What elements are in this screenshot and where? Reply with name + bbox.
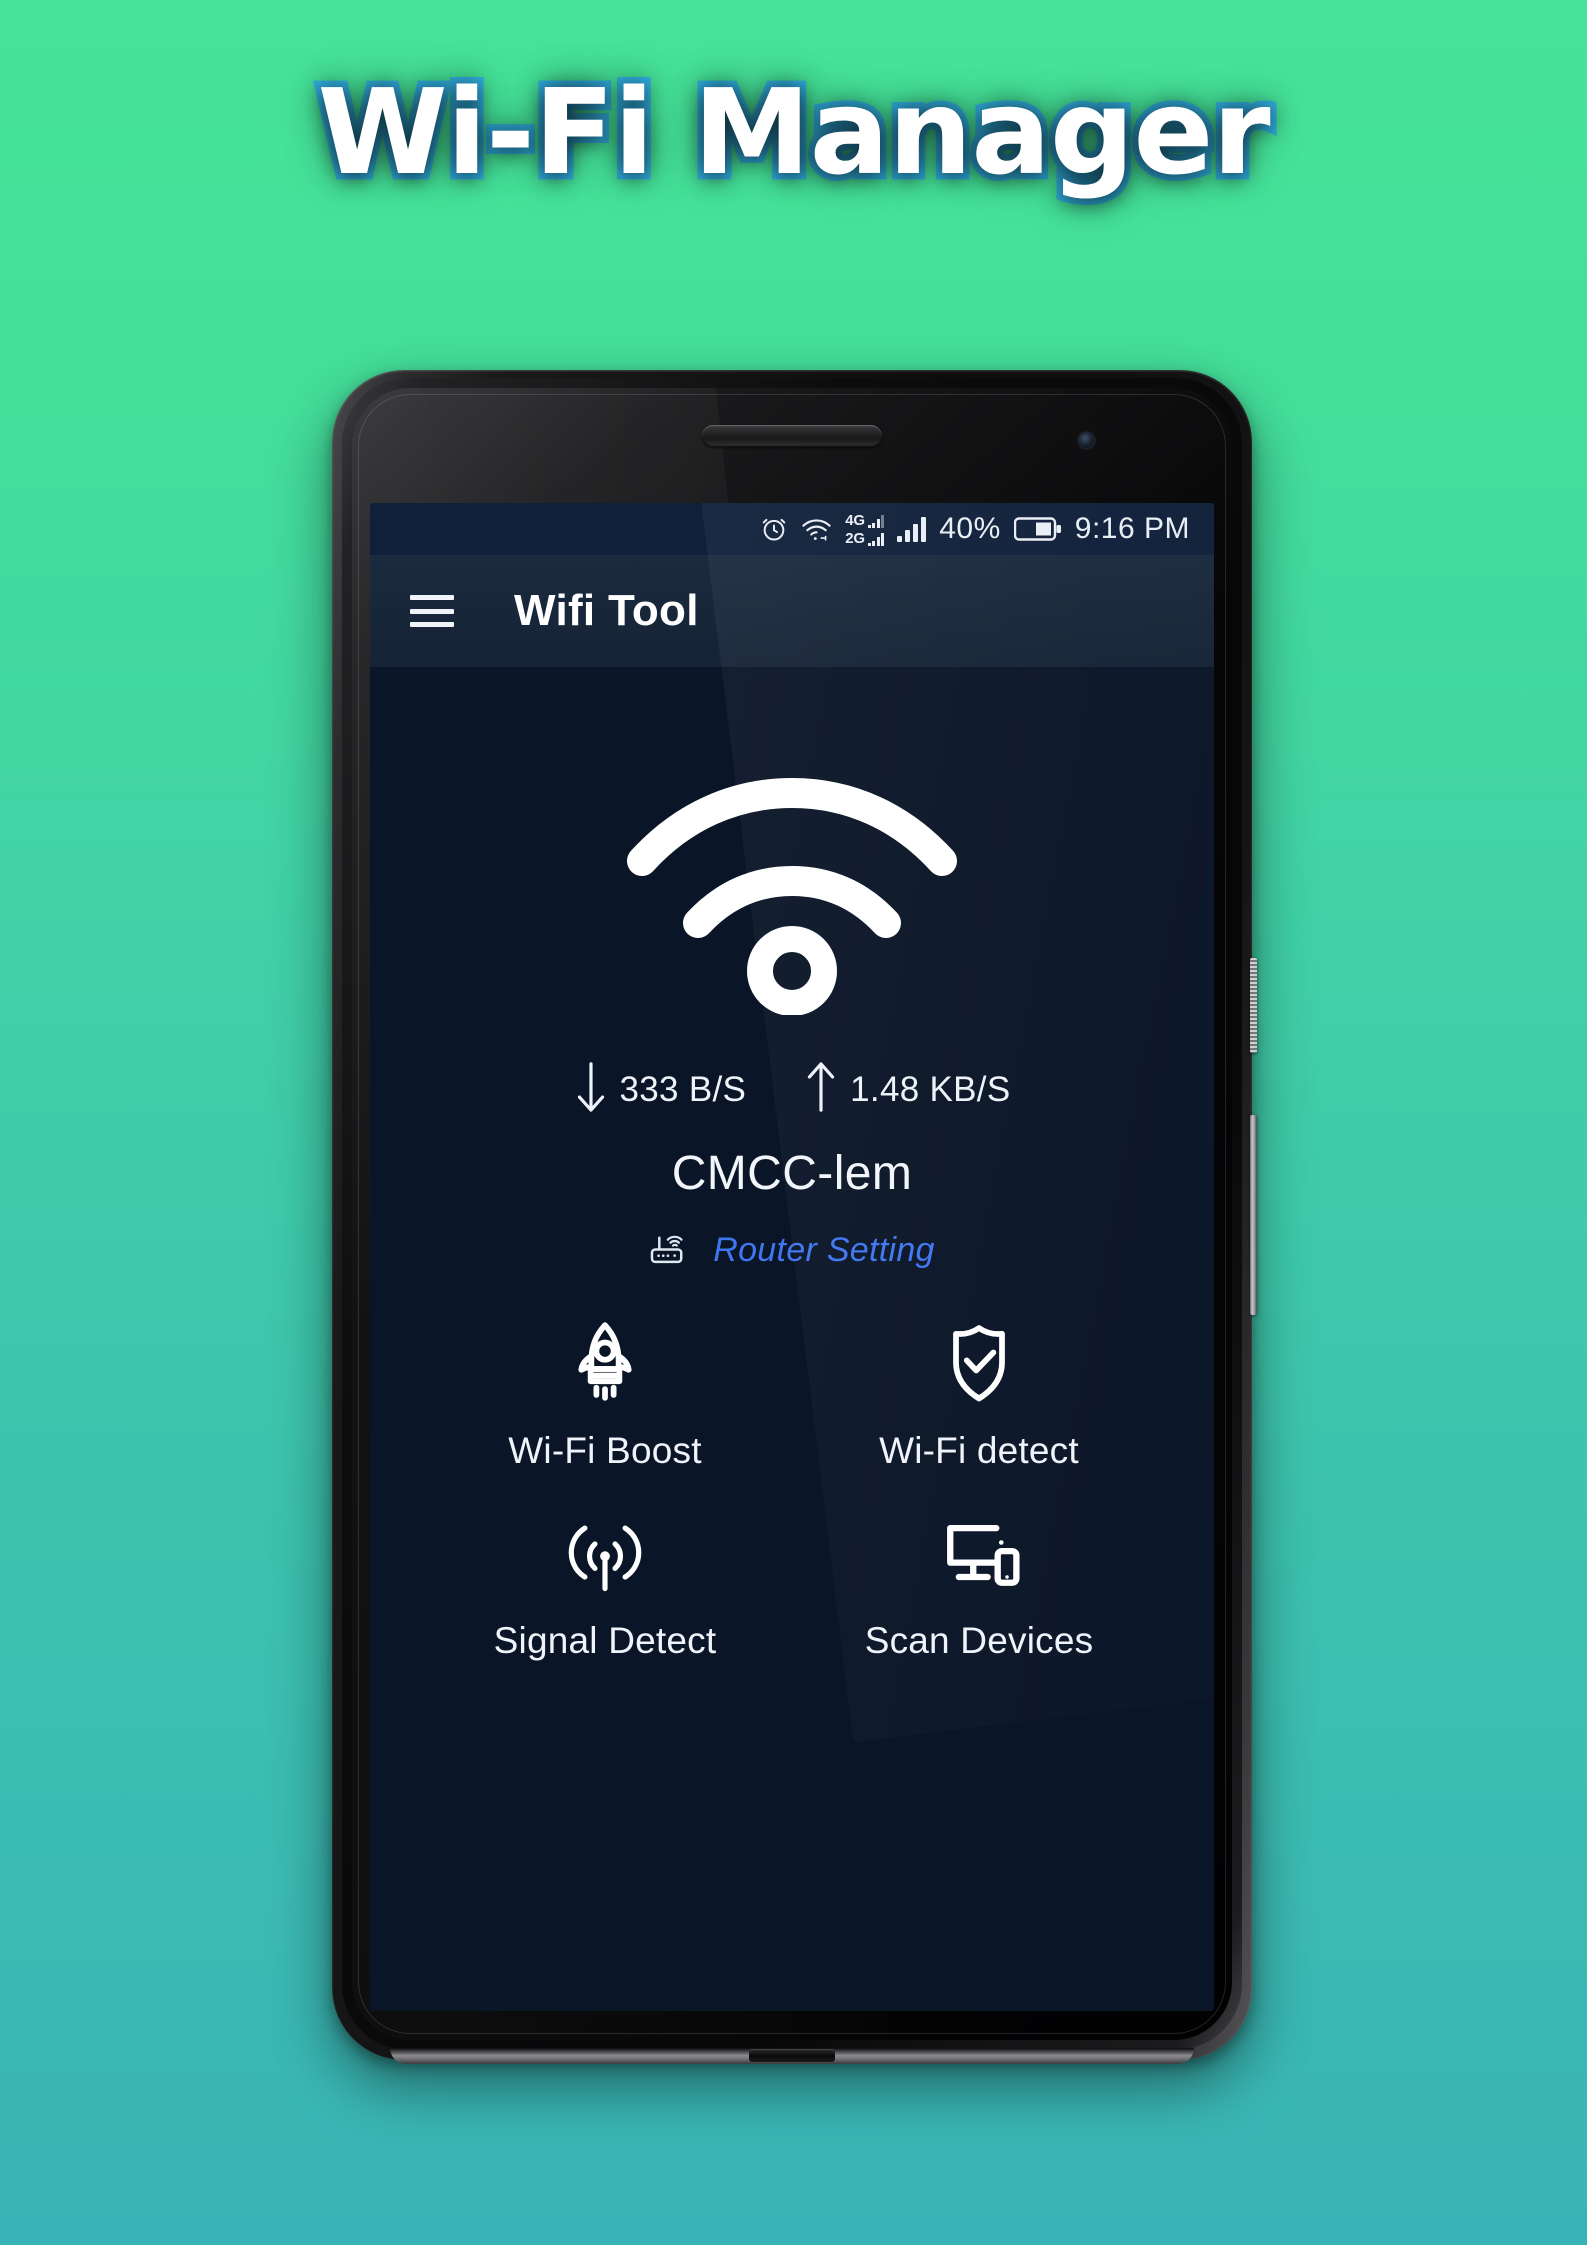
hamburger-menu-icon[interactable]	[410, 595, 454, 627]
page-title: Wi-Fi Manager	[311, 57, 1277, 208]
download-speed: 333 B/S	[574, 1061, 747, 1118]
feature-label-wifi-detect: Wi-Fi detect	[879, 1430, 1079, 1471]
battery-percent-label: 40%	[939, 512, 1001, 545]
sim2-label: 2G	[845, 529, 865, 547]
sim1-label: 4G	[845, 511, 865, 529]
status-bar: 4G 2G 40% 9:16 PM	[370, 503, 1214, 555]
app-bar-title: Wifi Tool	[514, 586, 699, 635]
feature-grid: Wi-Fi Boost Wi-Fi detect Signal Detect S…	[370, 1318, 1214, 1662]
upload-speed: 1.48 KB/S	[804, 1061, 1010, 1118]
feature-tile-signal-detect[interactable]: Signal Detect	[418, 1508, 792, 1662]
front-camera	[1079, 433, 1094, 448]
app-bar: Wifi Tool	[370, 555, 1214, 667]
speed-indicators: 333 B/S 1.48 KB/S	[574, 1061, 1011, 1118]
rocket-icon	[559, 1318, 651, 1410]
router-setting-label: Router Setting	[713, 1231, 935, 1269]
earpiece-speaker	[702, 425, 882, 447]
sim1-bars	[867, 514, 885, 528]
charging-port	[749, 2049, 835, 2062]
upload-speed-value: 1.48 KB/S	[850, 1069, 1011, 1109]
shield-check-icon	[933, 1318, 1025, 1410]
volume-rocker[interactable]	[1250, 1115, 1257, 1315]
download-speed-value: 333 B/S	[619, 1069, 747, 1109]
battery-icon	[1013, 516, 1062, 542]
alarm-icon	[760, 515, 788, 543]
arrow-up-icon	[804, 1061, 838, 1118]
screen-content: 333 B/S 1.48 KB/S CMCC-lem Router Settin…	[370, 667, 1214, 2011]
feature-label-signal-detect: Signal Detect	[493, 1620, 717, 1661]
wifi-large-icon	[622, 765, 962, 1016]
dual-sim-signal-icon: 4G 2G	[845, 511, 885, 547]
connected-network-name: CMCC-lem	[671, 1147, 913, 1200]
feature-tile-wifi-boost[interactable]: Wi-Fi Boost	[418, 1318, 792, 1472]
sim2-bars	[867, 532, 885, 546]
power-button[interactable]	[1250, 958, 1257, 1053]
cellular-signal-icon	[897, 516, 927, 542]
feature-tile-scan-devices[interactable]: Scan Devices	[792, 1508, 1166, 1662]
phone-screen: 4G 2G 40% 9:16 PM Wifi Tool 333 B/S 1.48…	[370, 503, 1214, 2011]
clock-label: 9:16 PM	[1074, 512, 1190, 545]
phone-mockup: 4G 2G 40% 9:16 PM Wifi Tool 333 B/S 1.48…	[332, 370, 1257, 2064]
monitor-phone-icon	[933, 1508, 1025, 1600]
wifi-icon	[801, 515, 832, 543]
arrow-down-icon	[574, 1061, 608, 1118]
router-setting-link[interactable]: Router Setting	[649, 1229, 935, 1272]
feature-label-wifi-boost: Wi-Fi Boost	[508, 1430, 702, 1471]
router-icon	[649, 1229, 693, 1272]
feature-label-scan-devices: Scan Devices	[864, 1620, 1094, 1661]
poster-title-area: Wi-Fi Manager	[0, 57, 1587, 212]
feature-tile-wifi-detect[interactable]: Wi-Fi detect	[792, 1318, 1166, 1472]
signal-radar-icon	[559, 1508, 651, 1600]
